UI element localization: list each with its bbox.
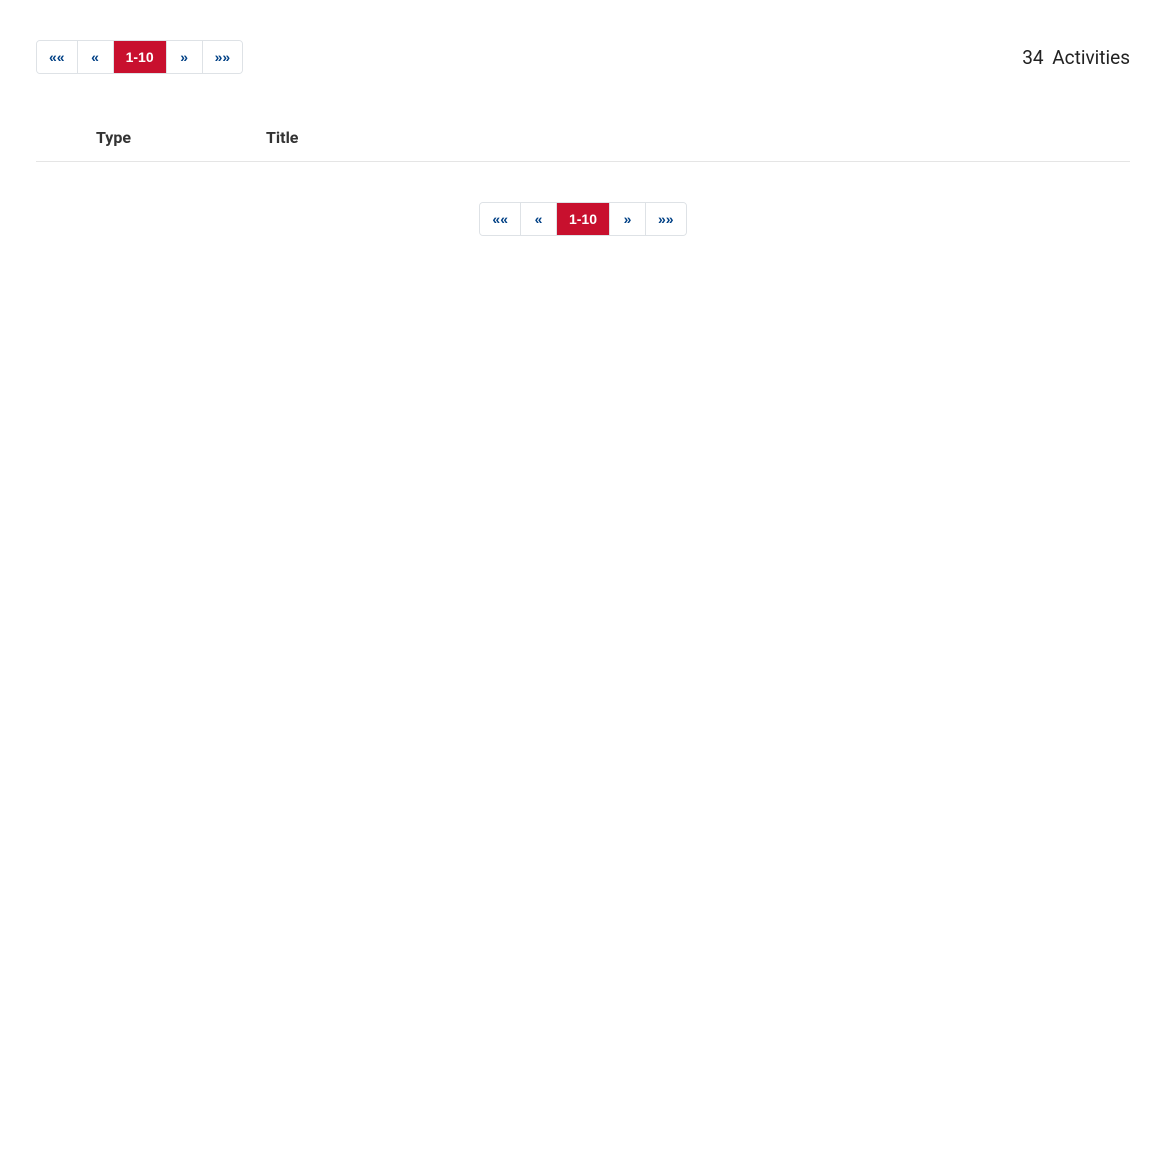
page-next-button[interactable]: » [167, 41, 203, 73]
table-header: Type Title [36, 114, 1130, 162]
page-current-button[interactable]: 1-10 [557, 203, 610, 235]
page-first-button[interactable]: «« [37, 41, 78, 73]
pagination-top: «« « 1-10 » »» [36, 40, 243, 74]
page-prev-button[interactable]: « [521, 203, 557, 235]
page-next-button[interactable]: » [610, 203, 646, 235]
page-current-button[interactable]: 1-10 [114, 41, 167, 73]
page-last-button[interactable]: »» [646, 203, 686, 235]
header-type: Type [96, 128, 266, 147]
header-title: Title [266, 128, 1130, 147]
page-first-button[interactable]: «« [480, 203, 521, 235]
activity-count-label: Activities [1052, 46, 1130, 69]
page-prev-button[interactable]: « [78, 41, 114, 73]
activity-count: 34 Activities [1022, 46, 1130, 69]
page-last-button[interactable]: »» [203, 41, 243, 73]
pagination-bottom: «« « 1-10 » »» [479, 202, 686, 236]
activity-count-number: 34 [1022, 46, 1043, 69]
